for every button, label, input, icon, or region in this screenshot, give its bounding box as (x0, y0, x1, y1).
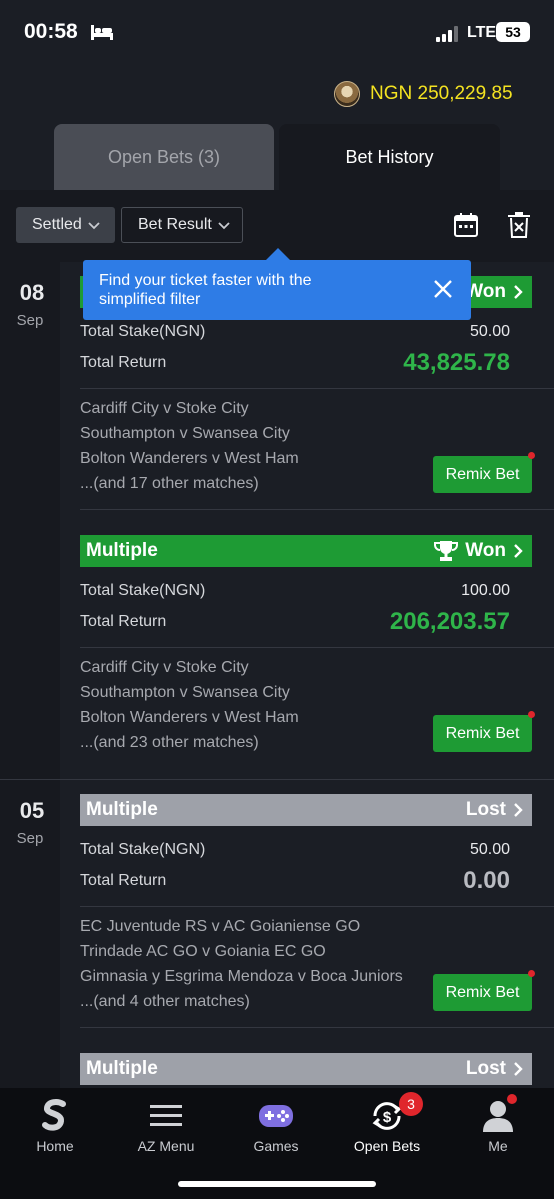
status-time: 00:58 (24, 20, 78, 43)
remix-bet-button[interactable]: Remix Bet (433, 974, 532, 1011)
match-line: Cardiff City v Stoke City (80, 400, 249, 417)
return-value: 206,203.57 (389, 608, 510, 635)
notification-dot (528, 711, 535, 718)
signal-icon (436, 26, 458, 42)
notification-dot (528, 970, 535, 977)
chevron-down-icon (88, 222, 100, 230)
nav-games[interactable]: Games (226, 1098, 326, 1154)
chevron-down-icon (218, 222, 230, 230)
divider (80, 388, 554, 389)
settled-filter-label: Settled (32, 216, 82, 233)
match-line: Southampton v Swansea City (80, 684, 290, 701)
match-line: Bolton Wanderers v West Ham (80, 450, 299, 467)
network-type: LTE (467, 24, 497, 41)
battery-indicator: 53 (496, 22, 530, 42)
return-label: Total Return (80, 354, 167, 371)
nav-label: Home (36, 1138, 74, 1154)
stake-label: Total Stake(NGN) (80, 323, 206, 340)
chevron-right-icon (514, 544, 523, 558)
nav-label: Open Bets (353, 1138, 421, 1154)
match-line: Cardiff City v Stoke City (80, 659, 249, 676)
stake-value: 50.00 (469, 841, 510, 858)
trophy-icon (434, 541, 459, 561)
bet-result-filter-dropdown[interactable]: Bet Result (121, 207, 243, 243)
return-value: 0.00 (463, 867, 510, 894)
nav-home[interactable]: Home (5, 1098, 105, 1154)
notification-dot (528, 452, 535, 459)
date-month: Sep (16, 830, 44, 847)
date-month: Sep (16, 312, 44, 329)
match-line: ...(and 4 other matches) (80, 993, 250, 1010)
date-column (0, 262, 60, 1088)
menu-icon (150, 1105, 182, 1126)
sleep-focus-icon (91, 25, 113, 40)
nav-me[interactable]: Me (448, 1098, 548, 1154)
tooltip-arrow (266, 248, 290, 260)
nav-label: AZ Menu (137, 1138, 195, 1154)
open-bets-count-badge: 3 (399, 1092, 423, 1116)
account-balance[interactable]: NGN 250,229.85 (370, 83, 513, 105)
match-line: EC Juventude RS v AC Goianiense GO (80, 918, 361, 935)
return-value: 43,825.78 (403, 349, 510, 376)
tooltip-text-line1: Find your ticket faster with the (99, 272, 312, 289)
return-label: Total Return (80, 872, 167, 889)
match-line: ...(and 23 other matches) (80, 734, 259, 751)
nav-label: Games (253, 1138, 299, 1154)
chevron-right-icon (514, 285, 523, 299)
nav-az-menu[interactable]: AZ Menu (116, 1098, 216, 1154)
divider (80, 906, 554, 907)
bet-status: Won (465, 281, 506, 302)
bet-result-filter-label: Bet Result (138, 216, 212, 233)
bet-status-header[interactable]: Multiple Lost (80, 794, 532, 826)
bet-type: Multiple (86, 540, 158, 561)
bet-status-header[interactable]: Multiple Lost (80, 1053, 532, 1085)
match-line: Trindade AC GO v Goiania EC GO (80, 943, 326, 960)
divider (80, 1027, 554, 1028)
bet-history-list[interactable]: 08 Sep Multiple Won Total Stake(NGN) 50.… (0, 262, 554, 1088)
bet-type: Multiple (86, 1058, 158, 1079)
remix-bet-button[interactable]: Remix Bet (433, 456, 532, 493)
date-group-divider (0, 779, 554, 780)
bet-status: Lost (465, 799, 506, 820)
divider (80, 509, 554, 510)
settled-filter-dropdown[interactable]: Settled (16, 207, 115, 243)
bet-status: Won (465, 540, 506, 561)
tab-open-bets[interactable]: Open Bets (3) (54, 124, 274, 190)
tab-bet-history[interactable]: Bet History (279, 124, 500, 190)
stake-label: Total Stake(NGN) (80, 582, 206, 599)
gamepad-icon (259, 1105, 293, 1127)
date-day: 08 (19, 280, 45, 305)
date-day: 05 (19, 798, 45, 823)
bet-type: Multiple (86, 799, 158, 820)
svg-text:$: $ (383, 1109, 392, 1126)
match-line: Gimnasia y Esgrima Mendoza v Boca Junior… (80, 968, 403, 985)
notification-dot (507, 1094, 517, 1104)
filter-tooltip: Find your ticket faster with the simplif… (83, 260, 471, 320)
tooltip-text-line2: simplified filter (99, 291, 201, 308)
bet-status: Lost (465, 1058, 506, 1079)
close-icon[interactable] (432, 278, 454, 300)
stake-value: 50.00 (469, 323, 510, 340)
calendar-icon[interactable] (453, 212, 479, 238)
divider (80, 647, 554, 648)
stake-value: 100.00 (461, 582, 510, 599)
trash-icon[interactable] (506, 211, 532, 239)
avatar[interactable] (334, 81, 360, 107)
match-line: Bolton Wanderers v West Ham (80, 709, 299, 726)
match-line: ...(and 17 other matches) (80, 475, 259, 492)
return-label: Total Return (80, 613, 167, 630)
match-line: Southampton v Swansea City (80, 425, 290, 442)
chevron-right-icon (514, 803, 523, 817)
chevron-right-icon (514, 1062, 523, 1076)
sporty-logo-icon (42, 1099, 66, 1131)
nav-label: Me (488, 1138, 508, 1154)
stake-label: Total Stake(NGN) (80, 841, 206, 858)
bet-status-header[interactable]: Multiple Won (80, 535, 532, 567)
home-indicator[interactable] (178, 1181, 376, 1187)
remix-bet-button[interactable]: Remix Bet (433, 715, 532, 752)
